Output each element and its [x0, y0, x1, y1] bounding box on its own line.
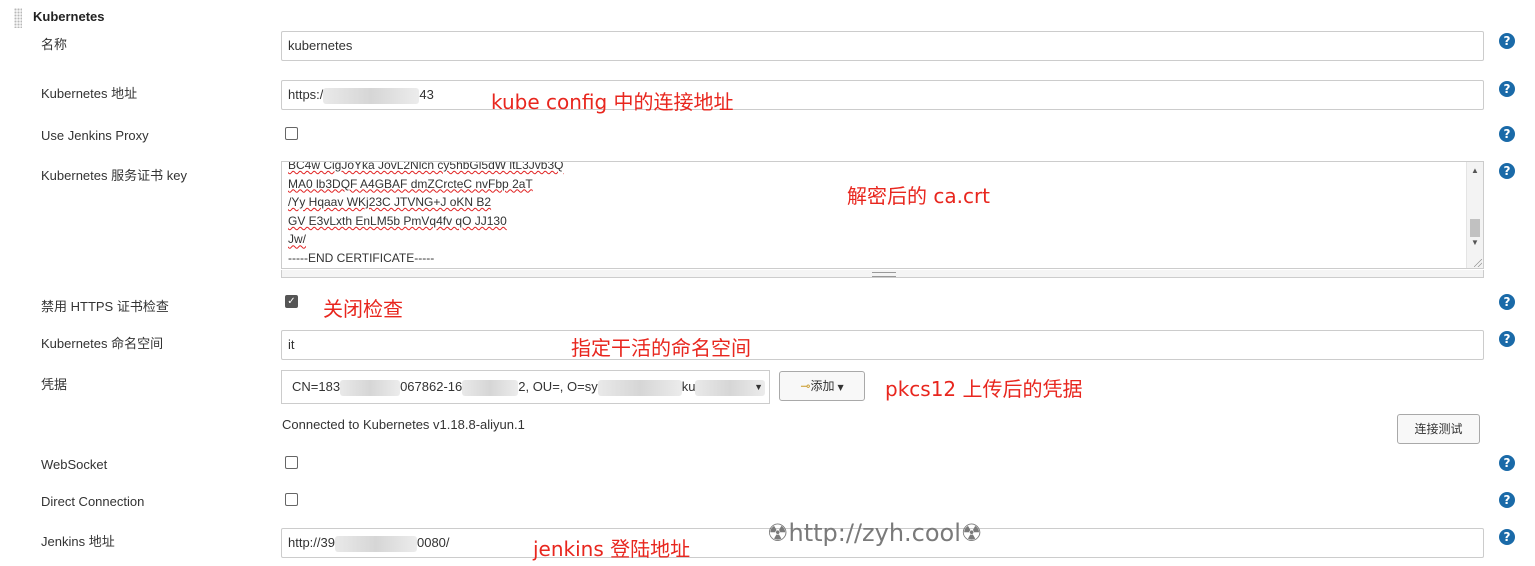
name-input[interactable]: kubernetes — [281, 31, 1484, 61]
connection-status: Connected to Kubernetes v1.18.8-aliyun.1 — [282, 417, 525, 432]
server-cert-textarea[interactable]: BC4w CigJoYka JovL2Nlcn cy5hbGl5dW ltL3J… — [281, 161, 1484, 269]
jenkins-url-label: Jenkins 地址 — [41, 534, 115, 549]
jenkins-url-value-prefix: http://39 — [288, 535, 335, 550]
cert-line: GV E3vLxth EnLM5b PmVq4fv qO JJ130 — [288, 213, 507, 228]
add-credentials-button[interactable]: ⊸添加 ▼ — [779, 371, 865, 401]
watermark: ☢http://zyh.cool☢ — [767, 519, 983, 547]
namespace-annotation: 指定干活的命名空间 — [571, 336, 751, 360]
test-connection-button[interactable]: 连接测试 — [1397, 414, 1480, 444]
help-icon[interactable]: ? — [1499, 126, 1515, 142]
redacted-blur — [323, 87, 420, 104]
help-icon[interactable]: ? — [1499, 163, 1515, 179]
url-value-prefix: https:/ — [288, 87, 324, 102]
name-label: 名称 — [41, 37, 68, 52]
redacted-blur — [334, 535, 417, 552]
credentials-select[interactable]: CN=183 067862-16 2, OU=, O=sy ku ▼ — [281, 370, 770, 404]
help-icon[interactable]: ? — [1499, 492, 1515, 508]
url-annotation: kube config 中的连接地址 — [491, 90, 734, 114]
credentials-annotation: pkcs12 上传后的凭据 — [885, 377, 1083, 401]
resize-corner-icon[interactable] — [1474, 259, 1482, 267]
server-cert-label: Kubernetes 服务证书 key — [41, 168, 187, 183]
jenkins-url-value-suffix: 0080/ — [416, 535, 450, 550]
help-icon[interactable]: ? — [1499, 529, 1515, 545]
redacted-blur — [462, 379, 519, 396]
scroll-down-icon[interactable]: ▼ — [1467, 236, 1483, 250]
key-icon: ⊸ — [800, 379, 811, 393]
help-icon[interactable]: ? — [1499, 294, 1515, 310]
direct-connection-label: Direct Connection — [41, 494, 145, 509]
chevron-down-icon: ▼ — [754, 382, 763, 392]
cert-line: Jw/ — [288, 232, 306, 247]
drag-handle-icon[interactable] — [14, 8, 22, 28]
name-value: kubernetes — [288, 38, 353, 53]
cert-annotation: 解密后的 ca.crt — [847, 184, 991, 208]
url-input[interactable]: https:/ 43 — [281, 80, 1484, 110]
namespace-value: it — [288, 337, 295, 352]
redacted-blur — [340, 379, 401, 396]
help-icon[interactable]: ? — [1499, 455, 1515, 471]
scroll-thumb[interactable] — [1470, 219, 1480, 237]
disable-https-label: 禁用 HTTPS 证书检查 — [41, 299, 169, 314]
cert-line: BC4w CigJoYka JovL2Nlcn cy5hbGl5dW ltL3J… — [288, 161, 564, 172]
use-jenkins-proxy-checkbox[interactable] — [285, 127, 298, 140]
help-icon[interactable]: ? — [1499, 81, 1515, 97]
section-title: Kubernetes — [33, 9, 105, 24]
cert-line: -----END CERTIFICATE----- — [288, 250, 435, 265]
credentials-value-d: ku — [681, 379, 696, 394]
credentials-value-c: 2, OU=, O=sy — [518, 379, 598, 394]
use-jenkins-proxy-label: Use Jenkins Proxy — [41, 128, 149, 143]
add-button-label: 添加 — [810, 379, 835, 393]
url-value-suffix: 43 — [419, 87, 434, 102]
direct-connection-checkbox[interactable] — [285, 493, 298, 506]
grip-icon — [872, 272, 896, 277]
url-label: Kubernetes 地址 — [41, 86, 138, 101]
disable-https-annotation: 关闭检查 — [323, 297, 403, 321]
help-icon[interactable]: ? — [1499, 331, 1515, 347]
chevron-down-icon: ▼ — [837, 383, 844, 392]
jenkins-url-annotation: jenkins 登陆地址 — [533, 537, 691, 561]
textarea-scrollbar[interactable]: ▲ ▼ — [1466, 162, 1483, 268]
namespace-input[interactable]: it — [281, 330, 1484, 360]
websocket-checkbox[interactable] — [285, 456, 298, 469]
disable-https-checkbox[interactable]: ✓ — [285, 295, 298, 308]
namespace-label: Kubernetes 命名空间 — [41, 336, 164, 351]
credentials-value-b: 067862-16 — [400, 379, 463, 394]
help-icon[interactable]: ? — [1499, 33, 1515, 49]
redacted-blur — [597, 379, 682, 396]
credentials-label: 凭据 — [41, 377, 68, 392]
credentials-value-a: CN=183 — [292, 379, 341, 394]
scroll-up-icon[interactable]: ▲ — [1467, 164, 1483, 178]
textarea-resize-bar[interactable] — [281, 270, 1484, 278]
websocket-label: WebSocket — [41, 457, 108, 472]
